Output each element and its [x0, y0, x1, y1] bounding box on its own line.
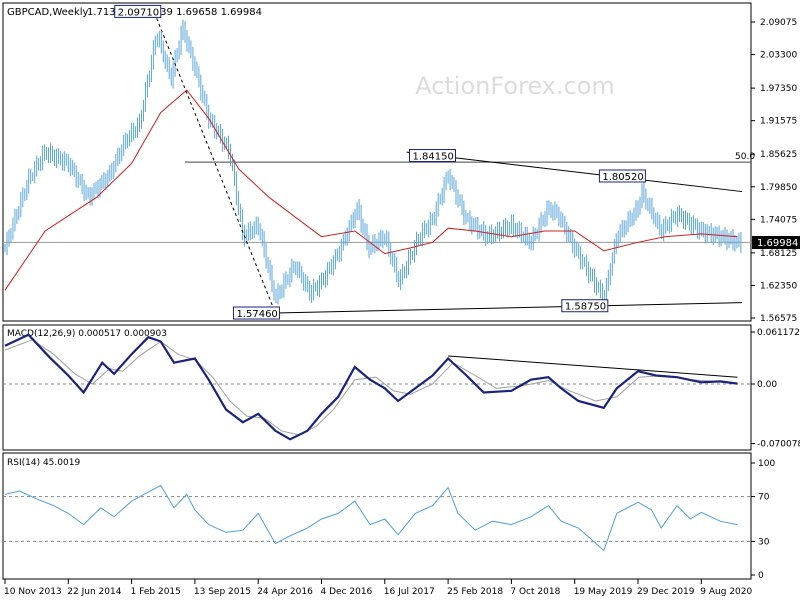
x-tick-label: 24 Apr 2016 [257, 587, 313, 597]
annotation-label: 1.80520 [602, 172, 643, 183]
chart-symbol-title: GBPCAD,Weekly [7, 7, 89, 18]
rsi-y-tick-label: 100 [758, 459, 775, 469]
rsi-y-tick-label: 0 [758, 571, 764, 581]
x-tick-label: 13 Sep 2015 [194, 587, 251, 597]
annotation-label: 1.58750 [565, 302, 606, 313]
price-y-tick-label: 2.09075 [760, 18, 797, 28]
rsi-y-tick-label: 30 [758, 537, 770, 547]
last-price-label: 1.69984 [757, 238, 798, 249]
price-y-tick-label: 1.79850 [760, 183, 797, 193]
x-tick-label: 9 Aug 2020 [700, 587, 752, 597]
price-y-tick-label: 1.74075 [760, 215, 797, 225]
price-y-tick-label: 1.91575 [760, 117, 797, 127]
price-y-tick-label: 2.03300 [760, 51, 797, 61]
x-tick-label: 4 Dec 2016 [321, 587, 373, 597]
annotation-label: 1.84150 [412, 152, 453, 163]
macd-y-tick-label: 0.061172 [757, 328, 800, 338]
fib-50-label: 50.0 [735, 152, 755, 162]
x-tick-label: 7 Oct 2018 [510, 587, 560, 597]
price-y-tick-label: 1.97350 [760, 84, 797, 94]
x-tick-label: 19 May 2019 [574, 587, 633, 597]
annotation-label: 2.09710 [118, 7, 159, 18]
annotation-label: 1.57460 [236, 309, 277, 320]
macd-y-tick-label: 0.00 [757, 380, 777, 390]
x-tick-label: 10 Nov 2013 [4, 587, 62, 597]
rsi-y-tick-label: 70 [758, 493, 770, 503]
watermark-text: ActionForex.com [415, 72, 615, 100]
chart-background [0, 0, 800, 600]
x-tick-label: 22 Jun 2014 [67, 587, 121, 597]
price-y-tick-label: 1.56575 [760, 314, 797, 324]
price-y-tick-label: 1.62350 [760, 281, 797, 291]
gbpcad-weekly-chart: ActionForex.com GBPCAD,Weekly 1.71302 1.… [0, 0, 800, 600]
chart-ohlc-values: 1.71302 1.71739 1.69658 1.69984 [87, 7, 262, 18]
x-tick-label: 25 Feb 2018 [447, 587, 503, 597]
x-tick-label: 16 Jul 2017 [384, 587, 435, 597]
x-tick-label: 1 Feb 2015 [131, 587, 181, 597]
macd-y-tick-label: -0.070078 [757, 440, 800, 450]
price-y-tick-label: 1.85625 [760, 150, 797, 160]
x-tick-label: 29 Dec 2019 [637, 587, 695, 597]
price-y-tick-label: 1.68125 [760, 249, 797, 259]
rsi-title: RSI(14) 45.0019 [7, 458, 80, 468]
